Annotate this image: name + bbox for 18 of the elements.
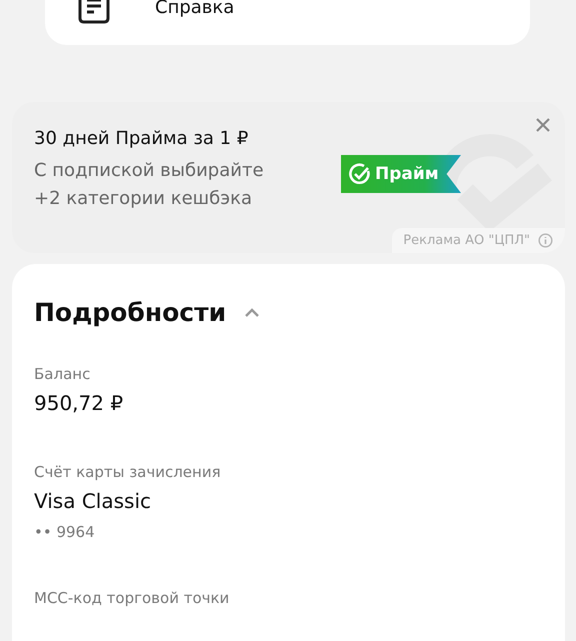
card-number: •• 9964 [34,523,96,541]
field-label: Счёт карты зачисления [34,463,222,481]
field-label: МСС-код торговой точки [34,589,230,607]
badge-label: Прайм [375,164,439,184]
menu-item[interactable]: Справка [155,0,234,18]
details-title[interactable]: Подробности [34,298,226,327]
document-icon [77,0,111,24]
caret-icon[interactable] [244,308,260,318]
field-label: Баланс [34,365,92,383]
field-value: Visa Classic [34,489,152,513]
ad-disclaimer: Реклама АО "ЦПЛ" [403,233,530,248]
field-value: 950,72 ₽ [34,391,124,415]
info-icon[interactable] [538,233,553,248]
ad-title: 30 дней Прайма за 1 ₽ [34,128,250,149]
close-icon[interactable] [536,118,550,132]
check-circle-icon [349,163,371,185]
ad-text: +2 категории кешбэка [34,187,254,211]
ad-text: С подпиской выбирайте [34,159,265,183]
